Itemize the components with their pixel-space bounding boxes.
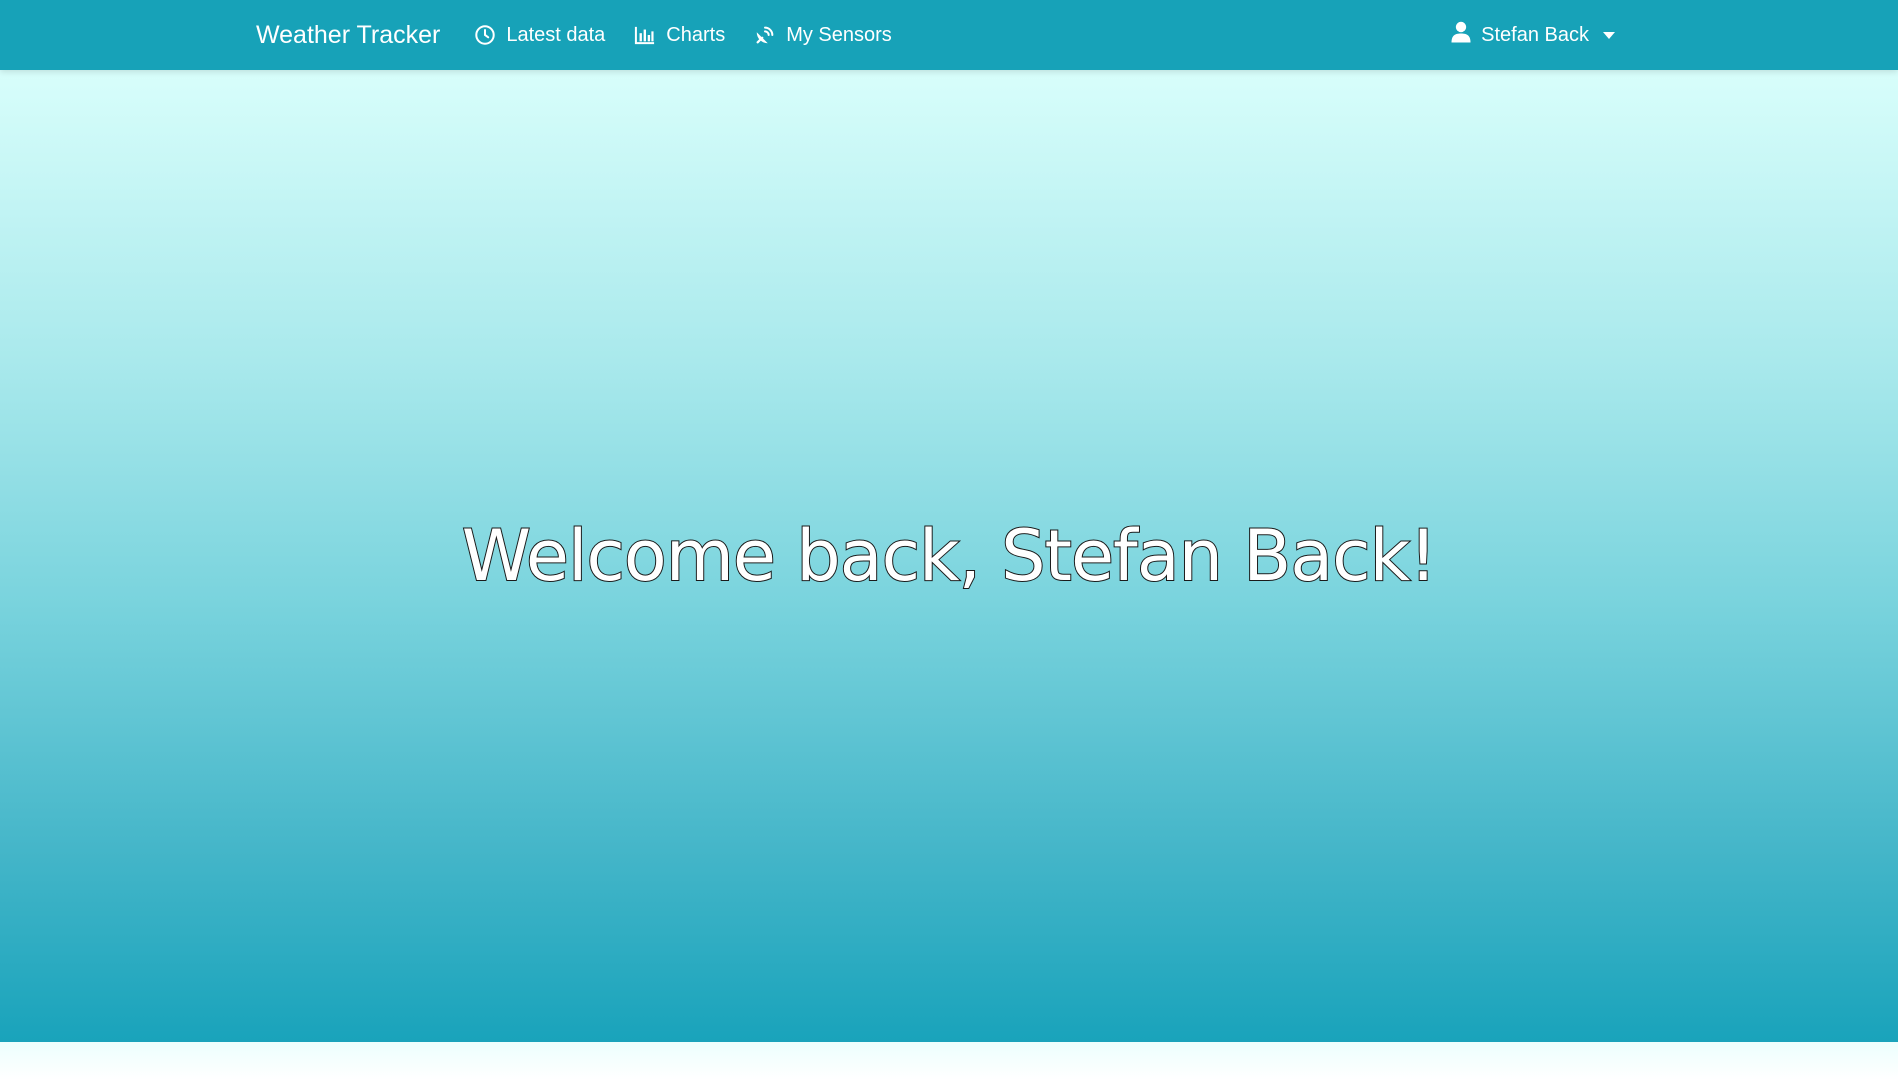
satellite-dish-icon (754, 24, 776, 46)
nav-link-label: Latest data (506, 23, 606, 46)
bar-chart-icon (634, 25, 656, 45)
nav-link-my-sensors[interactable]: My Sensors (754, 24, 892, 47)
user-dropdown-toggle[interactable]: Stefan Back (1451, 21, 1615, 49)
user-icon (1451, 21, 1471, 49)
chevron-down-icon (1603, 31, 1615, 39)
clock-icon (474, 24, 496, 46)
user-name: Stefan Back (1481, 23, 1589, 46)
nav-link-charts[interactable]: Charts (634, 24, 725, 47)
welcome-heading: Welcome back, Stefan Back! (461, 514, 1438, 598)
nav-links: Latest data Charts My Sensors (474, 24, 892, 47)
nav-link-label: Charts (666, 23, 726, 46)
navbar: Weather Tracker Latest data Charts My Se… (0, 0, 1898, 70)
navbar-inner: Weather Tracker Latest data Charts My Se… (256, 0, 1615, 70)
nav-link-label: My Sensors (786, 23, 892, 46)
hero-section: Welcome back, Stefan Back! (0, 70, 1898, 1042)
footer (0, 1042, 1898, 1080)
nav-link-latest-data[interactable]: Latest data (474, 24, 605, 47)
brand-link[interactable]: Weather Tracker (256, 21, 440, 50)
